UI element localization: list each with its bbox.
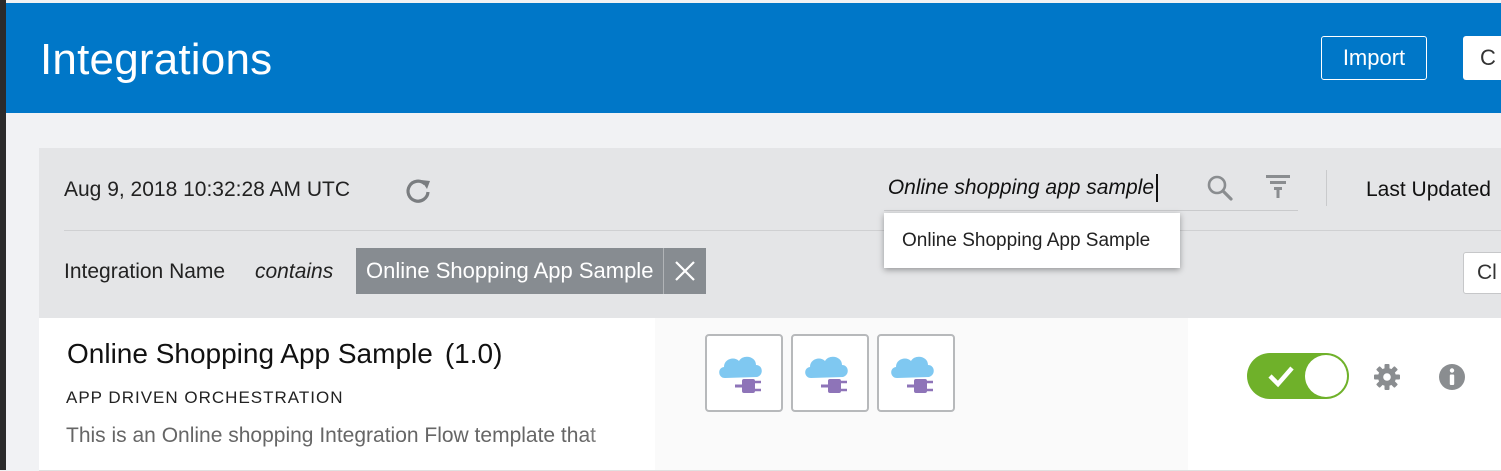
sort-dropdown[interactable]: Last Updated bbox=[1366, 178, 1491, 202]
integration-description: This is an Online shopping Integration F… bbox=[66, 424, 596, 447]
toolbar-divider bbox=[1326, 170, 1327, 206]
remove-filter-button[interactable] bbox=[663, 248, 706, 294]
last-refreshed-time: Aug 9, 2018 10:32:28 AM UTC bbox=[64, 178, 351, 201]
info-icon[interactable] bbox=[1437, 362, 1467, 392]
clear-button[interactable]: Cl bbox=[1463, 252, 1501, 294]
integration-version: (1.0) bbox=[444, 338, 503, 369]
integration-type: APP DRIVEN ORCHESTRATION bbox=[66, 388, 344, 407]
search-underline bbox=[884, 210, 1298, 211]
filter-panel: Aug 9, 2018 10:32:28 AM UTC Online shopp… bbox=[39, 148, 1501, 318]
filter-field-label: Integration Name bbox=[64, 260, 226, 283]
activate-toggle[interactable] bbox=[1247, 353, 1349, 399]
import-button[interactable]: Import bbox=[1321, 36, 1427, 80]
text-caret bbox=[1156, 174, 1158, 202]
header-bar: Integrations Import C bbox=[6, 3, 1501, 113]
create-button[interactable]: C bbox=[1463, 36, 1501, 80]
refresh-icon[interactable] bbox=[403, 176, 433, 206]
close-icon bbox=[675, 261, 696, 281]
connection-tile-2[interactable] bbox=[791, 334, 869, 412]
cloud-adapter-icon bbox=[891, 356, 934, 393]
search-input[interactable]: Online shopping app sample bbox=[884, 170, 1154, 208]
integration-info: Online Shopping App Sample (1.0) APP DRIV… bbox=[39, 318, 655, 470]
filter-operator-label: contains bbox=[255, 260, 334, 283]
connection-tile-3[interactable] bbox=[877, 334, 955, 412]
page-title: Integrations bbox=[40, 35, 273, 84]
integration-actions bbox=[1188, 318, 1501, 470]
cloud-adapter-icon bbox=[805, 356, 848, 393]
toggle-knob bbox=[1305, 355, 1347, 397]
search-input-value: Online shopping app sample bbox=[887, 176, 1154, 199]
search-suggestion[interactable]: Online Shopping App Sample bbox=[884, 213, 1180, 268]
panel-divider bbox=[64, 230, 1501, 231]
cloud-adapter-icon bbox=[719, 356, 762, 393]
search-icon[interactable] bbox=[1206, 174, 1234, 202]
integration-name: Online Shopping App Sample bbox=[67, 338, 433, 369]
connection-tile-1[interactable] bbox=[705, 334, 783, 412]
gear-icon[interactable] bbox=[1372, 362, 1402, 392]
filter-icon[interactable] bbox=[1265, 172, 1291, 200]
integration-title[interactable]: Online Shopping App Sample (1.0) bbox=[67, 338, 502, 370]
filter-chip-label: Online Shopping App Sample bbox=[366, 258, 654, 283]
filter-chip: Online Shopping App Sample bbox=[356, 248, 707, 294]
integration-row[interactable]: Online Shopping App Sample (1.0) APP DRIV… bbox=[39, 318, 1501, 471]
check-icon bbox=[1268, 366, 1294, 388]
